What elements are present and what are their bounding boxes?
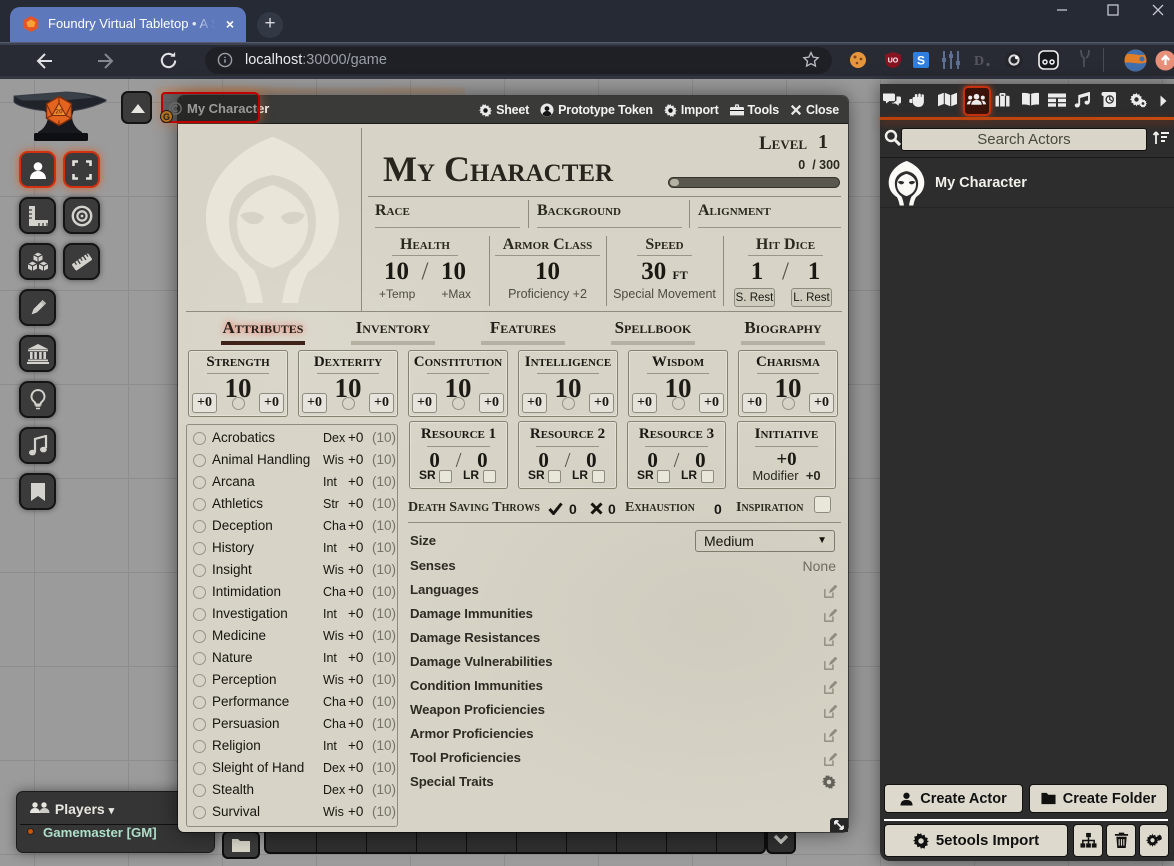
svg-text:20: 20: [55, 109, 63, 116]
svg-text:UO: UO: [888, 58, 899, 65]
svg-text:D: D: [974, 54, 984, 69]
svg-text:S: S: [917, 54, 925, 68]
